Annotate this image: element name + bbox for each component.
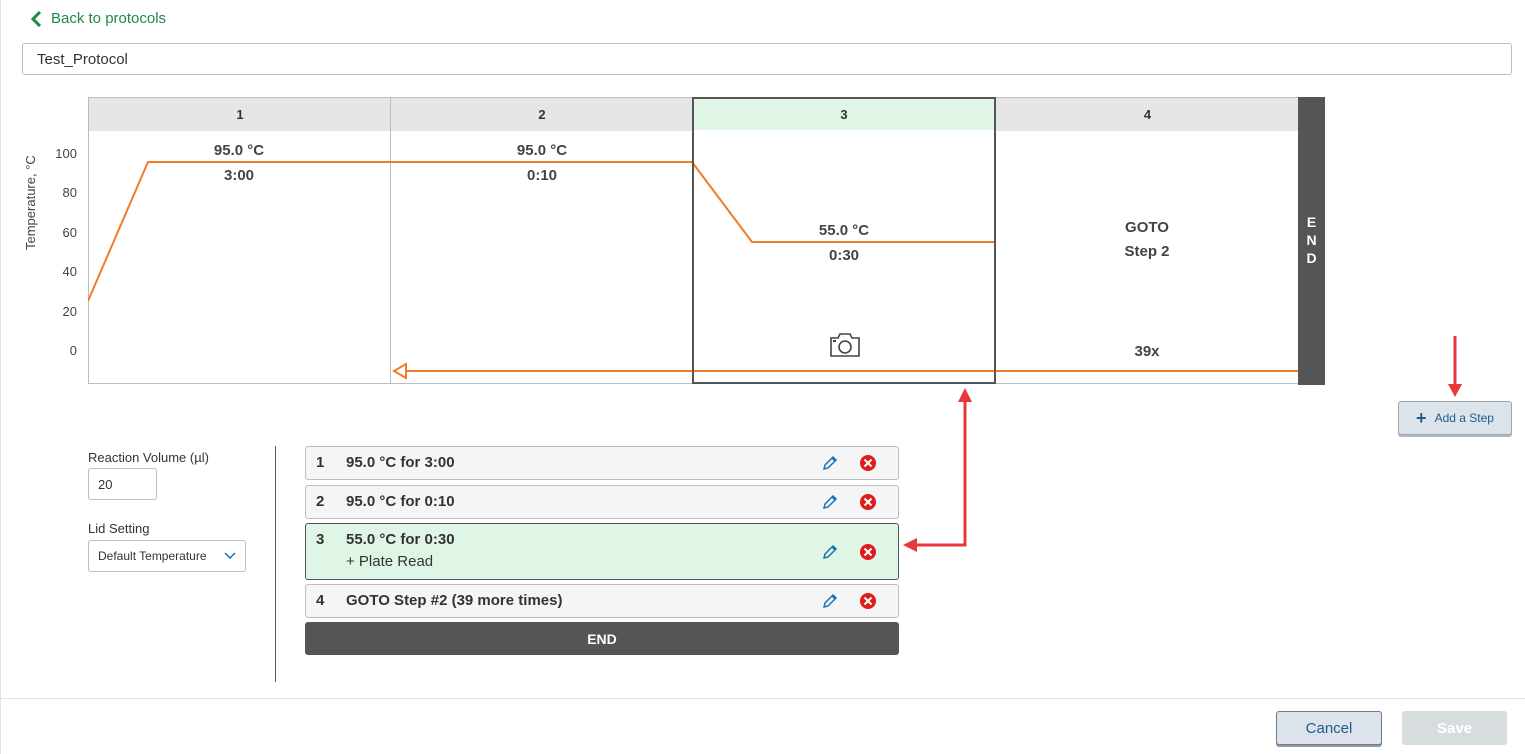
save-button[interactable]: Save <box>1402 711 1507 745</box>
chart-step-4-label: GOTO Step 2 <box>1097 216 1197 264</box>
step-number: 1 <box>316 454 325 471</box>
chart-step-2-label: 95.0 °C 0:10 <box>492 138 592 188</box>
chart-step-column-3[interactable]: 3 <box>692 97 996 384</box>
step-number: 4 <box>316 592 325 609</box>
y-tick-label: 100 <box>55 146 77 161</box>
cancel-button[interactable]: Cancel <box>1276 711 1382 745</box>
step-list-item-3[interactable]: 3 55.0 °C for 0:30 + Plate Read <box>305 523 899 580</box>
pencil-icon <box>822 544 838 560</box>
goto-line2: Step 2 <box>1124 243 1170 260</box>
y-axis-title: Temperature, °C <box>23 155 38 250</box>
plate-read-note: + Plate Read <box>346 553 434 570</box>
step-temp: 95.0 °C <box>213 142 265 159</box>
chevron-left-icon <box>31 10 42 27</box>
chart-column-header: 3 <box>694 99 994 130</box>
step-description: GOTO Step #2 (39 more times) <box>346 592 563 609</box>
y-tick-label: 20 <box>62 304 77 319</box>
y-tick-label: 40 <box>62 264 77 279</box>
edit-step-3-button[interactable] <box>820 542 840 562</box>
delete-x-icon <box>860 494 876 510</box>
lid-setting-select[interactable]: Default Temperature <box>88 540 246 572</box>
step-list-item-4[interactable]: 4 GOTO Step #2 (39 more times) <box>305 584 899 618</box>
plus-icon: + <box>1416 408 1427 428</box>
step-list-item-1[interactable]: 1 95.0 °C for 3:00 <box>305 446 899 480</box>
delete-x-icon <box>860 455 876 471</box>
reaction-volume-input[interactable] <box>88 468 157 500</box>
lid-setting-label: Lid Setting <box>88 521 150 536</box>
panel-divider <box>275 446 276 682</box>
protocol-name-input[interactable] <box>22 43 1512 75</box>
delete-step-1-button[interactable] <box>858 453 878 473</box>
pencil-icon <box>822 455 838 471</box>
step-number: 3 <box>316 531 325 548</box>
step-number: 2 <box>316 493 325 510</box>
back-link-label: Back to protocols <box>51 10 167 27</box>
step-time: 3:00 <box>223 167 255 184</box>
step-description: 95.0 °C for 0:10 <box>346 493 455 510</box>
y-tick-label: 80 <box>62 185 77 200</box>
delete-step-4-button[interactable] <box>858 591 878 611</box>
lid-setting-value: Default Temperature <box>98 549 207 563</box>
delete-x-icon <box>860 593 876 609</box>
add-step-button[interactable]: + Add a Step <box>1398 401 1512 435</box>
protocol-editor-page: Back to protocols 1 2 4 3 E N D 95.0 °C … <box>0 0 1525 754</box>
edit-step-4-button[interactable] <box>820 591 840 611</box>
step-time: 0:10 <box>526 167 558 184</box>
back-to-protocols-link[interactable]: Back to protocols <box>31 10 166 27</box>
step-description: 95.0 °C for 3:00 <box>346 454 455 471</box>
goto-cycles-label: 39x <box>1134 343 1160 360</box>
annotation-arrow-link <box>903 388 972 552</box>
step-description: 55.0 °C for 0:30 + Plate Read <box>346 524 898 572</box>
edit-step-1-button[interactable] <box>820 453 840 473</box>
footer-divider <box>1 698 1525 699</box>
goto-line1: GOTO <box>1125 219 1169 236</box>
annotation-arrow-add-step <box>1448 336 1462 397</box>
y-tick-label: 0 <box>69 343 77 358</box>
add-step-label: Add a Step <box>1434 411 1494 425</box>
delete-x-icon <box>860 544 876 560</box>
pencil-icon <box>822 593 838 609</box>
step-list-item-2[interactable]: 2 95.0 °C for 0:10 <box>305 485 899 519</box>
chevron-down-icon <box>224 552 236 560</box>
step-temp: 95.0 °C <box>516 142 568 159</box>
step-main-text: 55.0 °C for 0:30 <box>346 531 455 548</box>
y-tick-label: 60 <box>62 225 77 240</box>
reaction-volume-label: Reaction Volume (µl) <box>88 450 209 465</box>
edit-step-2-button[interactable] <box>820 492 840 512</box>
goto-arrowhead <box>392 362 407 380</box>
step-list-end: END <box>305 622 899 655</box>
delete-step-3-button[interactable] <box>858 542 878 562</box>
delete-step-2-button[interactable] <box>858 492 878 512</box>
pencil-icon <box>822 494 838 510</box>
chart-step-1-label: 95.0 °C 3:00 <box>189 138 289 188</box>
